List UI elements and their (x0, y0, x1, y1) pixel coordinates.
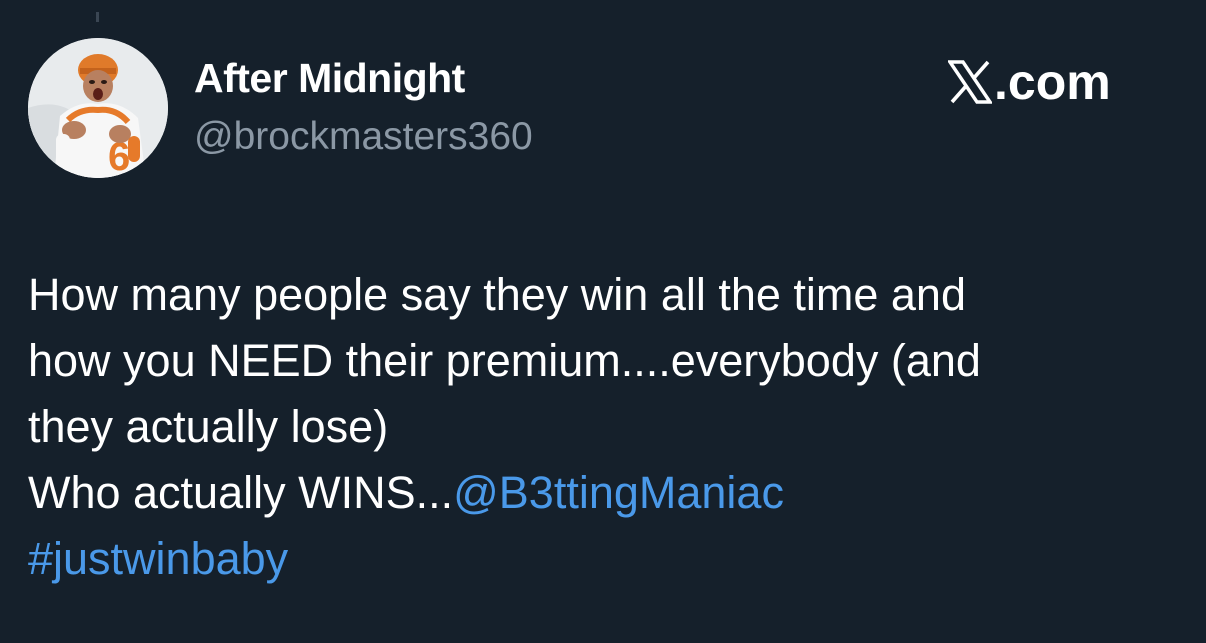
tweet-text: How many people say they win all the tim… (28, 262, 1188, 592)
tweet-line-1: How many people say they win all the tim… (28, 269, 966, 320)
football-player-avatar-icon: 6 (28, 38, 168, 178)
hashtag-link[interactable]: #justwinbaby (28, 526, 1188, 592)
avatar[interactable]: 6 (28, 38, 168, 178)
mention-link[interactable]: @B3ttingManiac (453, 467, 784, 518)
brand-logo[interactable]: .com (948, 54, 1111, 110)
tweet-line-3: they actually lose) (28, 401, 389, 452)
brand-domain-text: .com (994, 54, 1111, 110)
x-logo-icon (948, 60, 992, 104)
tweet-line-4-text: Who actually WINS... (28, 467, 454, 518)
tweet-line-4: Who actually WINS...@B3ttingManiac (28, 460, 1188, 526)
tweet-line-2: how you NEED their premium....everybody … (28, 335, 981, 386)
divider-mark (96, 12, 99, 22)
user-handle[interactable]: @brockmasters360 (194, 114, 533, 160)
display-name[interactable]: After Midnight (194, 54, 465, 102)
